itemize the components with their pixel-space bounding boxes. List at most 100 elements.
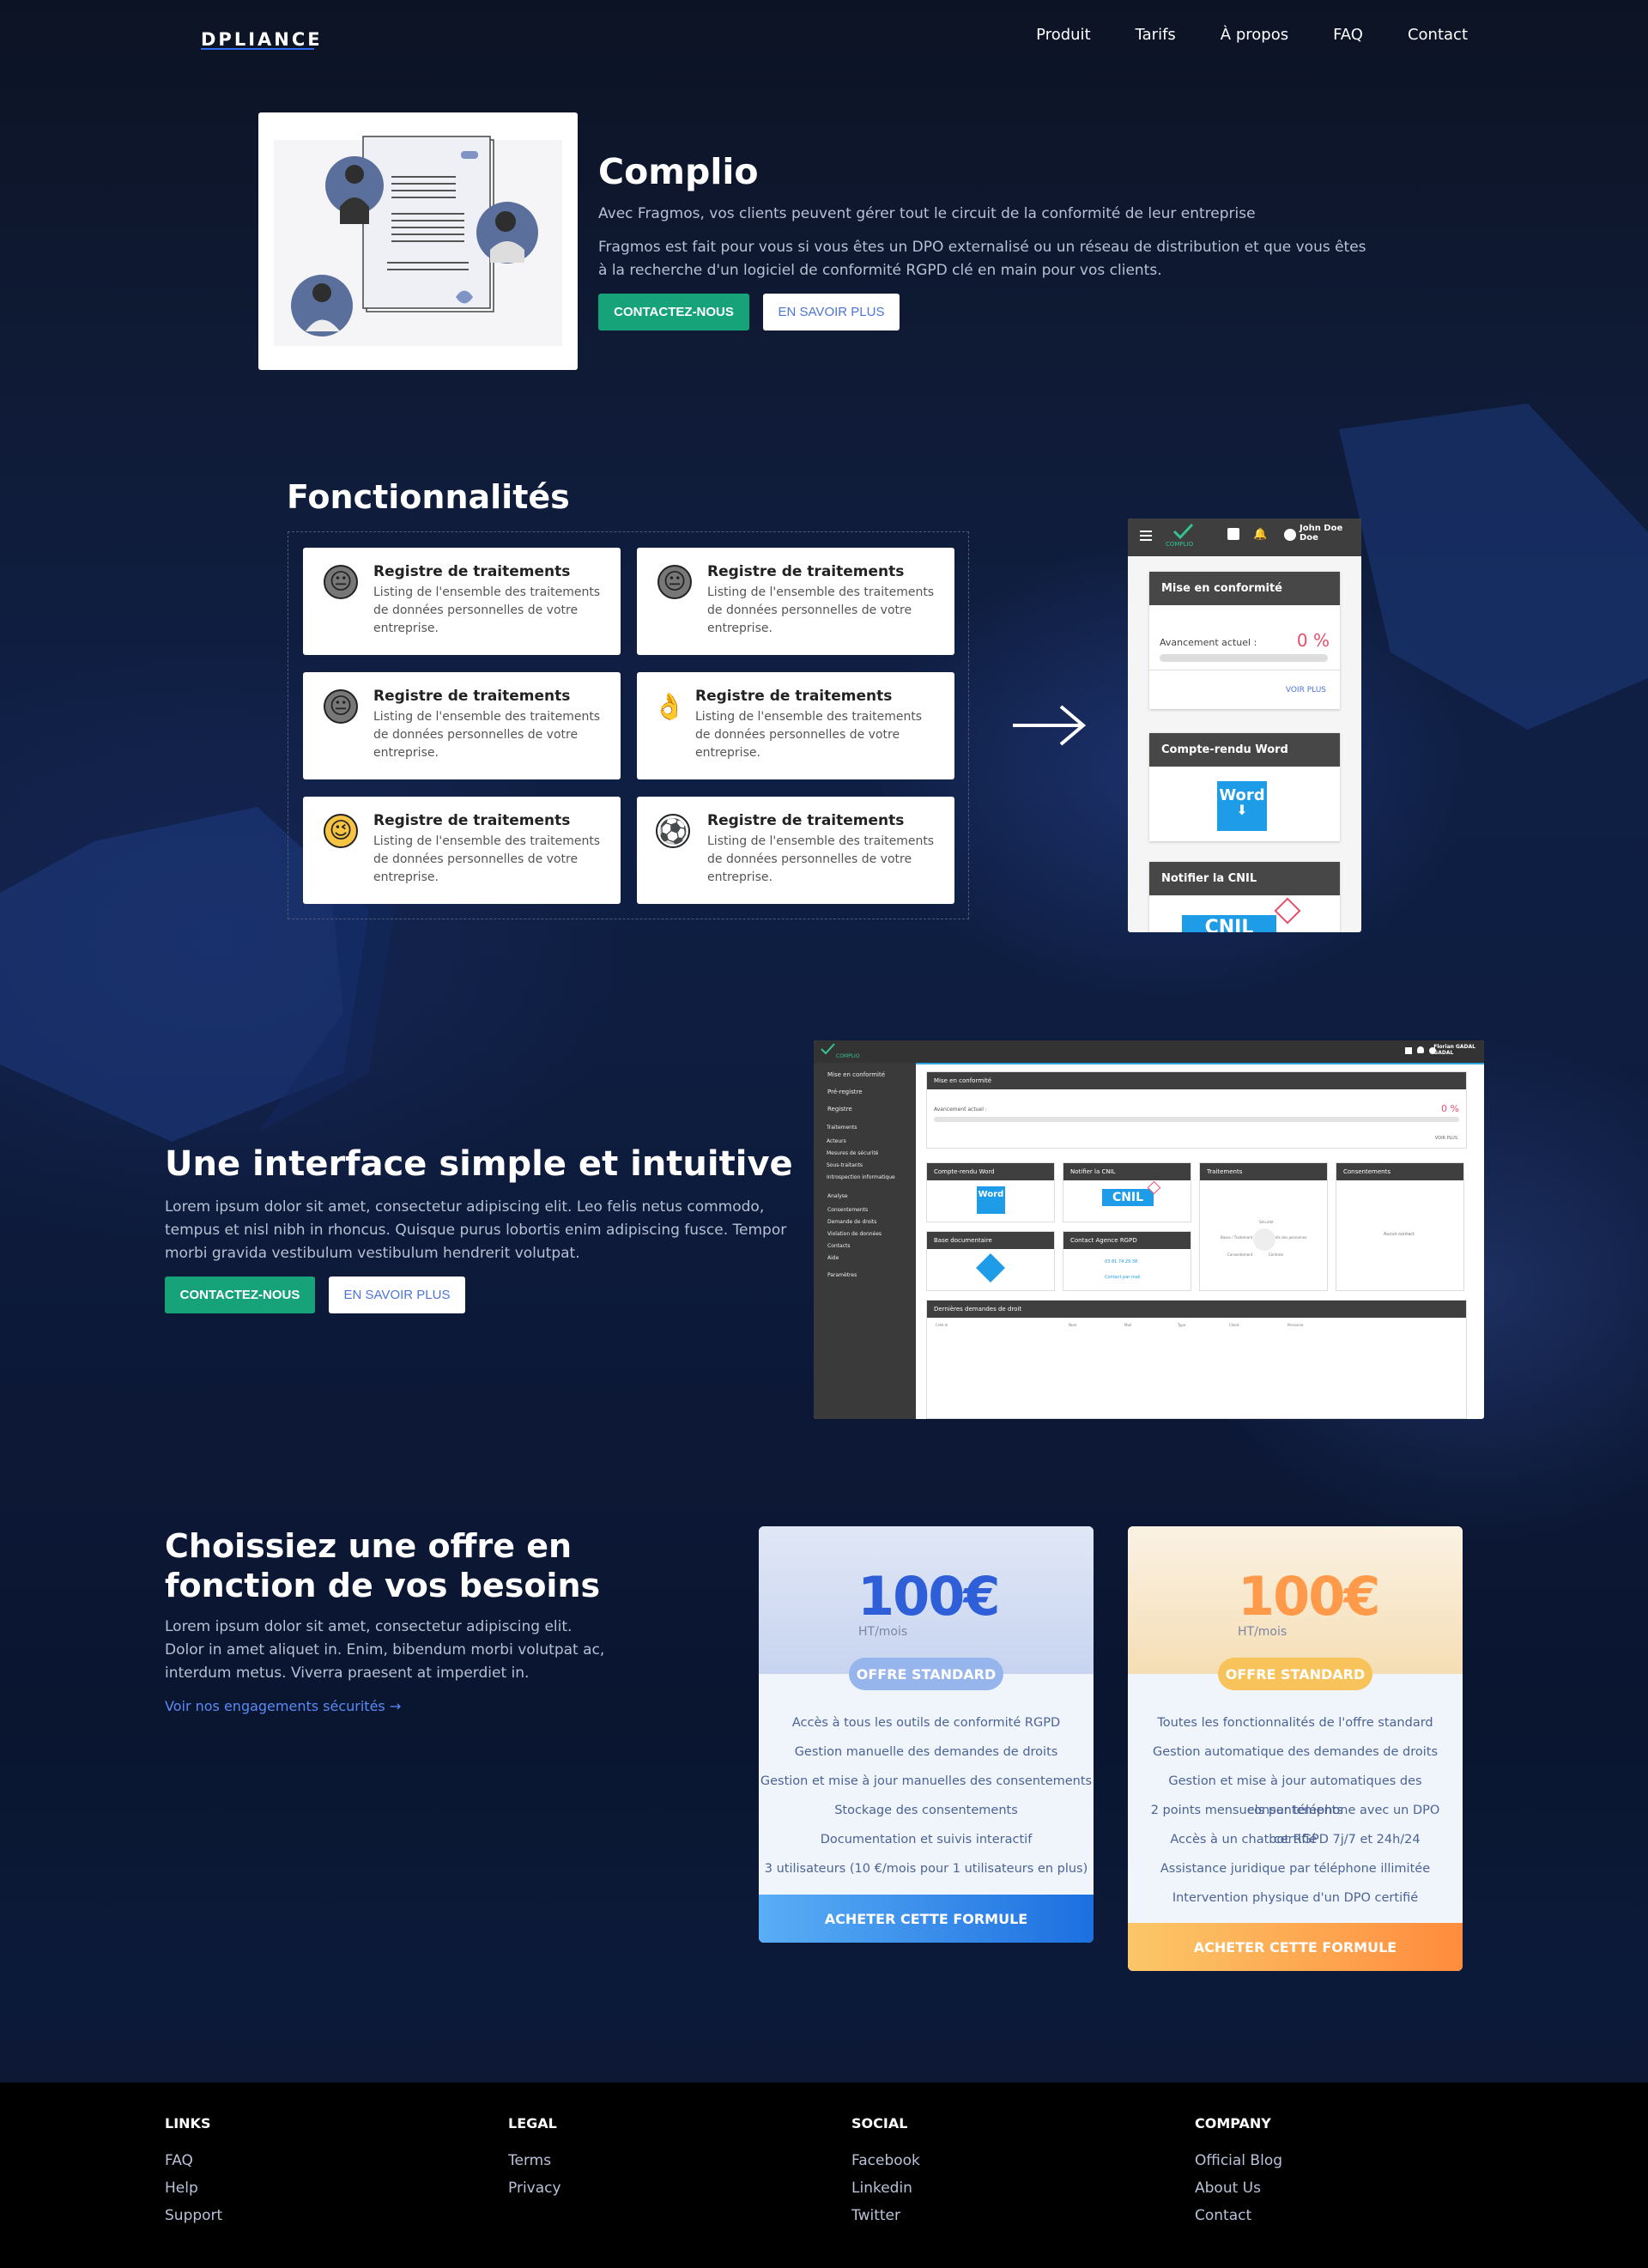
dash-contact-card[interactable]: Contact Agence RGPD 03 81 74 29 38 Conta… xyxy=(1063,1231,1191,1291)
plan-price: 100€ xyxy=(1238,1565,1381,1628)
dashboard-mockup: COMPLIO Florian GADAL GADAL Mise en confo… xyxy=(814,1040,1484,1419)
phone-cnil-card[interactable]: Notifier la CNIL CNIL xyxy=(1149,862,1340,932)
logo-underline xyxy=(201,48,314,50)
sidebar-item[interactable]: Mise en conformité xyxy=(814,1068,916,1082)
dash-consents-card[interactable]: Consentements Aucun contact xyxy=(1336,1162,1464,1291)
radar-label: Consentement xyxy=(1227,1252,1253,1257)
sidebar-item[interactable]: Demande de droits xyxy=(814,1216,916,1228)
card-title: Mise en conformité xyxy=(1149,572,1340,605)
user-icon[interactable] xyxy=(1284,529,1296,541)
hero-contact-button[interactable]: CONTACTEZ-NOUS xyxy=(598,294,749,330)
progress-bar xyxy=(1160,654,1328,662)
radar-label: Sécurité xyxy=(1259,1220,1274,1224)
dash-docs-card[interactable]: Base documentaire xyxy=(926,1231,1055,1291)
sidebar-item[interactable]: Pré-registre xyxy=(814,1085,916,1099)
pricing-title: Choissiez une offre en fonction de vos b… xyxy=(165,1527,601,1604)
sidebar-subitem[interactable]: Traitements xyxy=(814,1121,916,1135)
sidebar-item[interactable]: Aide xyxy=(814,1252,916,1264)
nav-produit[interactable]: Produit xyxy=(1036,26,1090,44)
dash-requests-table: Dernières demandes de droit Créé le Nom … xyxy=(926,1300,1467,1419)
feature-title: Registre de traitements xyxy=(695,688,893,705)
document-icon xyxy=(976,1253,1005,1283)
progress-bar xyxy=(934,1117,1459,1122)
buy-standard-button[interactable]: ACHETER CETTE FORMULE xyxy=(759,1895,1094,1943)
feature-card[interactable]: 😐 Registre de traitements Listing de l'e… xyxy=(303,672,621,779)
interface-more-button[interactable]: EN SAVOIR PLUS xyxy=(329,1277,465,1313)
hero-title: Complio xyxy=(598,151,759,192)
logo[interactable]: DPLIANCE xyxy=(201,29,323,50)
warning-icon xyxy=(1274,897,1301,925)
nav-contact[interactable]: Contact xyxy=(1408,26,1468,44)
see-more-link[interactable]: VOIR PLUS xyxy=(1286,686,1326,694)
radar-label: Bases / Traitement xyxy=(1221,1235,1253,1240)
interface-contact-button[interactable]: CONTACTEZ-NOUS xyxy=(165,1277,315,1313)
dash-word-card[interactable]: Compte-rendu Word Word xyxy=(926,1162,1055,1222)
winking-face-icon: 😉 xyxy=(324,814,358,848)
card-title: Dernières demandes de droit xyxy=(927,1301,1466,1318)
footer-link-faq[interactable]: FAQ xyxy=(165,2152,222,2180)
sidebar-item[interactable]: Consentements xyxy=(814,1204,916,1216)
plan-features: Toutes les fonctionnalités de l'offre st… xyxy=(1128,1674,1463,1913)
pricing-body: Lorem ipsum dolor sit amet, consectetur … xyxy=(165,1618,605,1682)
hero-more-button[interactable]: EN SAVOIR PLUS xyxy=(763,294,900,330)
plan-price: 100€ xyxy=(857,1565,1001,1628)
plan-badge: OFFRE STANDARD xyxy=(1218,1658,1372,1690)
phone-brand: COMPLIO xyxy=(1166,541,1194,548)
phone-word-card[interactable]: Compte-rendu Word Word ⬇ xyxy=(1149,733,1340,841)
feature-card[interactable]: 😐 Registre de traitements Listing de l'e… xyxy=(637,548,954,655)
feature-title: Registre de traitements xyxy=(707,563,905,580)
feature-card[interactable]: 😉 Registre de traitements Listing de l'e… xyxy=(303,797,621,904)
feature-card[interactable]: ⚽ Registre de traitements Listing de l'e… xyxy=(637,797,954,904)
card-title: Contact Agence RGPD xyxy=(1063,1232,1191,1249)
feature-card[interactable]: 😐 Registre de traitements Listing de l'e… xyxy=(303,548,621,655)
buy-premium-button[interactable]: ACHETER CETTE FORMULE xyxy=(1128,1923,1463,1971)
contact-mail-link[interactable]: Contact par mail xyxy=(1105,1275,1141,1280)
footer-link-contact[interactable]: Contact xyxy=(1195,2207,1282,2235)
footer-link-linkedin[interactable]: Linkedin xyxy=(851,2180,920,2207)
footer-link-blog[interactable]: Official Blog xyxy=(1195,2152,1282,2180)
nav-faq[interactable]: FAQ xyxy=(1333,26,1363,44)
chat-icon[interactable] xyxy=(1405,1047,1412,1054)
footer-link-support[interactable]: Support xyxy=(165,2207,222,2235)
nav-tarifs[interactable]: Tarifs xyxy=(1136,26,1176,44)
footer-link-help[interactable]: Help xyxy=(165,2180,222,2207)
empty-state: Aucun contact xyxy=(1384,1232,1415,1237)
footer-link-terms[interactable]: Terms xyxy=(508,2152,561,2180)
bell-icon[interactable]: 🔔 xyxy=(1253,528,1267,541)
menu-icon[interactable] xyxy=(1140,531,1152,532)
neutral-face-icon: 😐 xyxy=(324,689,358,724)
sidebar-subitem[interactable]: Introspection informatique xyxy=(814,1171,916,1183)
phone-number[interactable]: 03 81 74 29 38 xyxy=(1105,1259,1137,1264)
feature-card[interactable]: 👌 Registre de traitements Listing de l'e… xyxy=(637,672,954,779)
sidebar-subitem[interactable]: Acteurs xyxy=(814,1135,916,1147)
neutral-face-icon: 😐 xyxy=(324,565,358,599)
nav-a-propos[interactable]: À propos xyxy=(1221,26,1288,44)
pricing-card-standard: 100€ HT/mois OFFRE STANDARD Accès à tous… xyxy=(759,1526,1094,1943)
dash-treatments-card[interactable]: Traitements Sécurité Bases / Traitement … xyxy=(1199,1162,1328,1291)
footer-link-privacy[interactable]: Privacy xyxy=(508,2180,561,2207)
chat-icon[interactable] xyxy=(1227,528,1239,540)
security-link[interactable]: Voir nos engagements sécurités → xyxy=(165,1698,401,1714)
plan-features: Accès à tous les outils de conformité RG… xyxy=(759,1674,1094,1883)
interface-body: Lorem ipsum dolor sit amet, consectetur … xyxy=(165,1198,787,1262)
sidebar-item[interactable]: Registre xyxy=(814,1102,916,1116)
dash-cnil-card[interactable]: Notifier la CNIL CNIL xyxy=(1063,1162,1191,1222)
sidebar-subitem[interactable]: Mesures de sécurité xyxy=(814,1147,916,1159)
footer-links-col: LINKS FAQ Help Support xyxy=(165,2115,222,2235)
phone-user[interactable]: John Doe Doe xyxy=(1300,524,1342,543)
plan-feature: Toutes les fonctionnalités de l'offre st… xyxy=(1157,1716,1433,1730)
footer-link-twitter[interactable]: Twitter xyxy=(851,2207,920,2235)
footer-legal-col: LEGAL Terms Privacy xyxy=(508,2115,561,2207)
sidebar-item[interactable]: Contacts xyxy=(814,1240,916,1252)
bell-icon[interactable] xyxy=(1417,1046,1424,1053)
card-title: Compte-rendu Word xyxy=(927,1163,1054,1180)
see-more-link[interactable]: VOIR PLUS xyxy=(1435,1136,1457,1141)
footer-link-facebook[interactable]: Facebook xyxy=(851,2152,920,2180)
phone-progress-card: Mise en conformité Avancement actuel : 0… xyxy=(1149,572,1340,709)
footer-link-about[interactable]: About Us xyxy=(1195,2180,1282,2207)
sidebar-subitem[interactable]: Sous-traitants xyxy=(814,1159,916,1171)
sidebar-item[interactable]: Paramètres xyxy=(814,1269,916,1283)
dashboard-user[interactable]: Florian GADAL GADAL xyxy=(1433,1044,1475,1056)
sidebar-item[interactable]: Analyse xyxy=(814,1190,916,1204)
sidebar-item[interactable]: Violation de données xyxy=(814,1228,916,1240)
